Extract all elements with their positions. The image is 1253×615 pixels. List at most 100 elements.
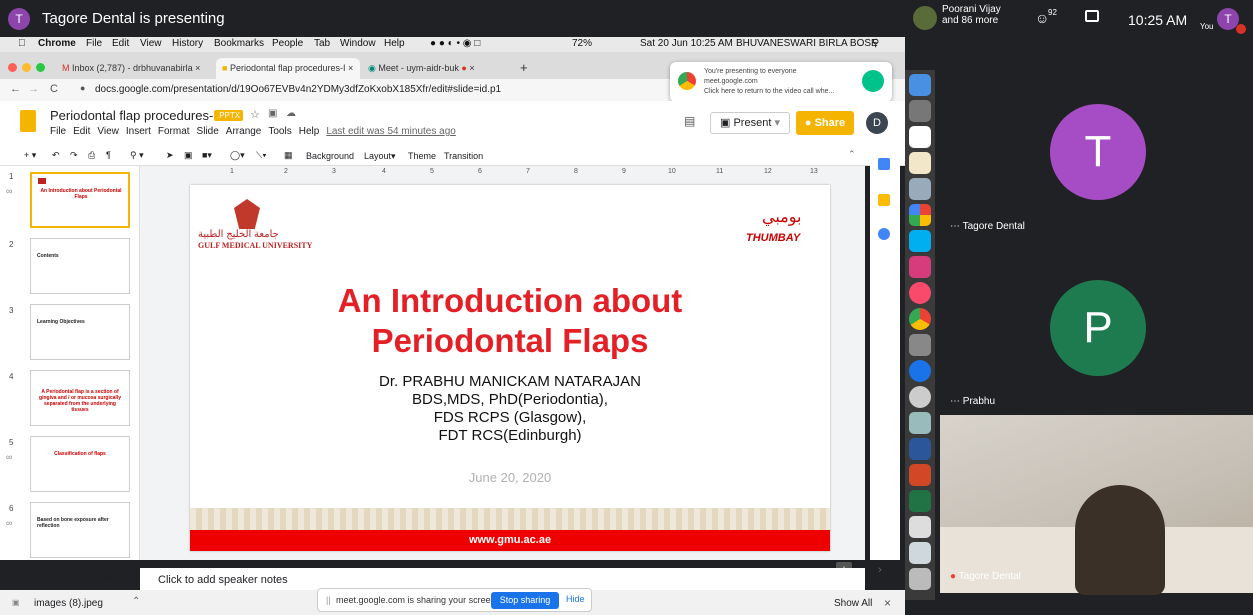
apple-icon[interactable]:  [18, 38, 26, 49]
calendar-app-icon[interactable] [909, 126, 931, 148]
move-icon[interactable]: ▣ [268, 108, 277, 119]
transition-button[interactable]: Transition [444, 151, 483, 161]
photos-icon[interactable] [909, 204, 931, 226]
minimize-window-icon[interactable] [22, 63, 31, 72]
word-icon[interactable] [909, 438, 931, 460]
participant-summary[interactable]: Poorani Vijay and 86 more [942, 4, 1001, 26]
doc-menu-insert[interactable]: Insert [126, 126, 151, 137]
drag-handle-icon[interactable]: || [326, 595, 331, 605]
chevron-up-icon[interactable]: ⌃ [848, 149, 856, 160]
tasks-icon[interactable] [878, 228, 890, 240]
background-button[interactable]: Background [306, 151, 354, 161]
slides-logo-icon[interactable] [20, 110, 36, 132]
textbox-icon[interactable]: ▣ [184, 150, 193, 161]
camera-video[interactable]: ● Tagore Dental [940, 415, 1253, 595]
notes-icon[interactable] [909, 152, 931, 174]
theme-button[interactable]: Theme [408, 151, 436, 161]
star-icon[interactable]: ☆ [250, 108, 260, 121]
reload-icon[interactable]: C [50, 83, 58, 95]
more-icon[interactable]: ⋯ [950, 221, 963, 232]
doc-menu-file[interactable]: File [50, 126, 66, 137]
tab-gmail[interactable]: M Inbox (2,787) - drbhuvanabirla × [56, 58, 216, 79]
zoom-icon[interactable]: ⚲ ▾ [130, 150, 144, 161]
close-window-icon[interactable] [8, 63, 17, 72]
calendar-icon[interactable] [878, 158, 890, 170]
presenting-popup[interactable]: You're presenting to everyone meet.googl… [670, 62, 892, 102]
shape-icon[interactable]: ◯▾ [230, 150, 245, 161]
photo-booth-icon[interactable] [909, 256, 931, 278]
doc-menu-edit[interactable]: Edit [73, 126, 90, 137]
new-tab-button[interactable]: + [514, 58, 534, 79]
comments-icon[interactable]: ▤ [684, 114, 695, 128]
grid-view-icon[interactable]: ▦ [104, 568, 114, 581]
doc-menu-slide[interactable]: Slide [197, 126, 219, 137]
tab-meet[interactable]: ◉ Meet - uym-aidr-buk ● × [362, 58, 512, 79]
show-all-button[interactable]: Show All [834, 598, 872, 609]
url-input[interactable]: docs.google.com/presentation/d/19Oo67EVB… [95, 84, 501, 95]
chevron-up-icon[interactable]: ⌃ [132, 596, 140, 607]
utility-icon[interactable] [909, 334, 931, 356]
participant-tile[interactable]: P [1050, 280, 1146, 376]
image-capture-icon[interactable] [909, 412, 931, 434]
doc-menu-view[interactable]: View [97, 126, 119, 137]
powerpoint-icon[interactable] [909, 464, 931, 486]
preview-icon[interactable] [909, 178, 931, 200]
menu-history[interactable]: History [172, 38, 203, 49]
slide-title[interactable]: An Introduction about Periodontal Flaps [190, 281, 830, 361]
meet-return-icon[interactable] [862, 70, 884, 92]
search-icon[interactable]: ⚲ [872, 38, 879, 49]
print-icon[interactable]: ⎙ [88, 150, 95, 161]
doc-menu-help[interactable]: Help [299, 126, 320, 137]
menu-edit[interactable]: Edit [112, 38, 129, 49]
doc-title[interactable]: Periodontal flap procedures-I [50, 108, 217, 123]
menu-people[interactable]: People [272, 38, 303, 49]
author-block[interactable]: Dr. PRABHU MANICKAM NATARAJAN BDS,MDS, Ph… [190, 373, 830, 445]
doc-menu-arrange[interactable]: Arrange [226, 126, 262, 137]
undo-icon[interactable]: ↶ [52, 150, 60, 161]
share-button[interactable]: ● Share [796, 111, 854, 135]
stop-sharing-button[interactable]: Stop sharing [491, 592, 559, 609]
menu-bookmarks[interactable]: Bookmarks [214, 38, 264, 49]
downloads-icon[interactable] [909, 542, 931, 564]
comment-icon[interactable]: ▦ [284, 150, 293, 161]
menu-app-name[interactable]: Chrome [38, 38, 76, 49]
speaker-notes[interactable]: Click to add speaker notes [140, 568, 865, 590]
excel-icon[interactable] [909, 490, 931, 512]
account-avatar[interactable]: D [866, 112, 888, 134]
menu-file[interactable]: File [86, 38, 102, 49]
menu-help[interactable]: Help [384, 38, 405, 49]
hide-button[interactable]: Hide [566, 594, 585, 604]
last-edit-link[interactable]: Last edit was 54 minutes ago [326, 126, 456, 137]
image-icon[interactable]: ■▾ [202, 150, 212, 161]
launchpad-icon[interactable] [909, 100, 931, 122]
close-icon[interactable]: × [884, 596, 891, 610]
redo-icon[interactable]: ↷ [70, 150, 78, 161]
slide-thumbnail[interactable]: Classification of flaps [30, 436, 130, 492]
maximize-window-icon[interactable] [36, 63, 45, 72]
menu-view[interactable]: View [140, 38, 162, 49]
tab-slides[interactable]: ■ Periodontal flap procedures-I × [216, 58, 360, 79]
download-file-name[interactable]: images (8).jpeg [34, 598, 103, 609]
music-icon[interactable] [909, 282, 931, 304]
keep-icon[interactable] [878, 194, 890, 206]
back-icon[interactable]: ← [10, 83, 21, 95]
participant-tile[interactable]: T [1050, 104, 1146, 200]
more-icon[interactable]: ⋯ [950, 396, 963, 407]
present-button[interactable]: ▣ Present ▾ [710, 112, 790, 134]
chevron-right-icon[interactable]: › [878, 564, 882, 576]
app-c-icon[interactable] [909, 360, 931, 382]
paint-format-icon[interactable]: ¶ [106, 150, 111, 160]
slide-thumbnail[interactable]: An Introduction about Periodontal Flaps [30, 172, 130, 228]
skype-icon[interactable] [909, 230, 931, 252]
filmstrip-view-icon[interactable]: ▤ [34, 568, 44, 581]
menu-window[interactable]: Window [340, 38, 376, 49]
chat-icon[interactable] [1085, 10, 1099, 22]
safari-icon[interactable] [909, 386, 931, 408]
doc-menu-format[interactable]: Format [158, 126, 190, 137]
forward-icon[interactable]: → [28, 83, 39, 95]
select-icon[interactable]: ➤ [166, 150, 174, 161]
menu-tab[interactable]: Tab [314, 38, 330, 49]
line-icon[interactable]: ⟍▾ [256, 150, 267, 161]
chevron-down-icon[interactable]: ▾ [774, 117, 780, 129]
layout-button[interactable]: Layout▾ [364, 151, 396, 162]
